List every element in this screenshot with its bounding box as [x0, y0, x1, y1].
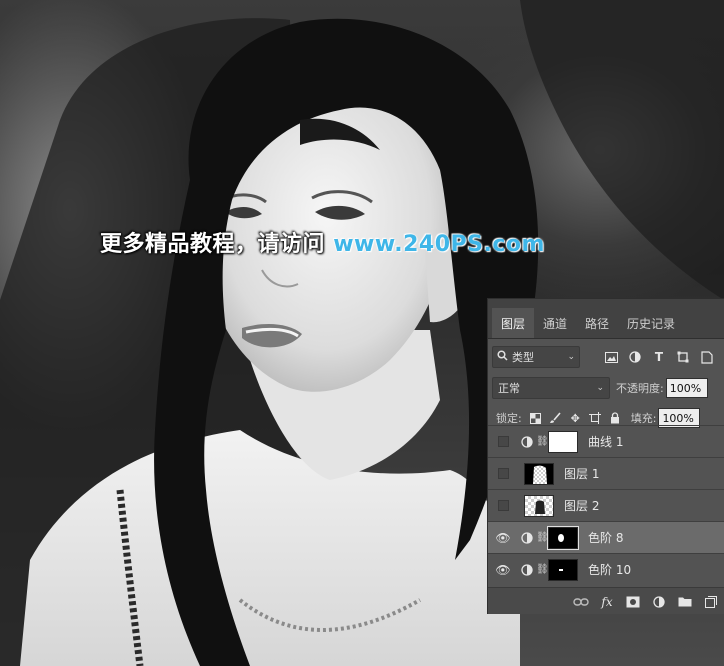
opacity-label: 不透明度: [616, 382, 664, 395]
type-filter-icon[interactable]: T [650, 348, 668, 366]
adjustment-layer-icon [518, 531, 536, 544]
tab-channels[interactable]: 通道 [534, 308, 576, 338]
layer-filter-row: 类型 ⌄ T [488, 345, 724, 369]
layer-name: 色阶 10 [588, 563, 632, 577]
new-adjustment-icon[interactable] [651, 594, 667, 610]
lock-move-icon[interactable]: ✥ [568, 411, 583, 426]
mask-link-icon[interactable]: ⛓ [536, 564, 549, 575]
lock-brush-icon[interactable] [548, 411, 563, 426]
visibility-off-box [497, 500, 509, 511]
fill-label: 填充: [630, 412, 657, 425]
layer-row[interactable]: 👁 ⛓ 色阶 10 [488, 553, 724, 585]
tab-layers[interactable]: 图层 [492, 308, 535, 338]
layers-panel: 图层 通道 路径 历史记录 类型 ⌄ T 正常 ⌄ 不透明度: 100% 锁定:… [487, 298, 724, 614]
lock-label: 锁定: [496, 412, 522, 425]
smart-object-filter-icon[interactable] [698, 348, 716, 366]
adjustment-filter-icon[interactable] [626, 348, 644, 366]
layer-name: 曲线 1 [588, 435, 624, 449]
pixel-filter-icon[interactable] [602, 348, 620, 366]
layer-name: 图层 1 [564, 467, 600, 481]
blend-row: 正常 ⌄ 不透明度: 100% [488, 376, 724, 400]
layer-kind-label: 类型 [512, 351, 534, 364]
visibility-off-box [497, 436, 509, 447]
mask-link-icon[interactable]: ⛓ [536, 436, 549, 447]
layer-list: ⛓ 曲线 1 图层 1 图层 2 👁 ⛓ 色阶 8 👁 ⛓ 色阶 10 [488, 425, 724, 585]
lock-transparent-icon[interactable] [528, 411, 543, 426]
mask-link-icon[interactable]: ⛓ [536, 532, 549, 543]
layer-mask-thumbnail[interactable] [548, 430, 578, 453]
blend-mode-value: 正常 [498, 382, 520, 395]
watermark-cn-text: 更多精品教程，请访问 [100, 232, 326, 257]
adjustment-layer-icon [518, 435, 536, 448]
layer-row[interactable]: ⛓ 曲线 1 [488, 425, 724, 457]
layer-mask-thumbnail[interactable] [548, 558, 578, 581]
chevron-down-icon: ⌄ [596, 383, 604, 393]
lock-all-icon[interactable] [608, 411, 623, 426]
watermark: 更多精品教程，请访问 www.240PS.com [100, 226, 545, 258]
layer-name: 图层 2 [564, 499, 600, 513]
eye-icon: 👁 [495, 530, 511, 545]
add-mask-icon[interactable] [625, 594, 641, 610]
tab-history[interactable]: 历史记录 [618, 308, 684, 338]
visibility-toggle[interactable] [488, 490, 518, 522]
layer-thumbnail[interactable] [524, 462, 554, 485]
visibility-toggle[interactable] [488, 426, 518, 458]
visibility-off-box [497, 468, 509, 479]
blend-mode-select[interactable]: 正常 ⌄ [492, 377, 610, 399]
lock-artboard-icon[interactable] [588, 411, 603, 426]
visibility-toggle[interactable] [488, 458, 518, 490]
tab-paths[interactable]: 路径 [576, 308, 618, 338]
chevron-down-icon: ⌄ [567, 352, 575, 362]
adjustment-layer-icon [518, 563, 536, 576]
visibility-toggle[interactable]: 👁 [488, 522, 518, 554]
layer-mask-thumbnail[interactable] [547, 525, 579, 550]
opacity-input[interactable]: 100% [665, 378, 708, 398]
search-icon [497, 350, 508, 364]
watermark-url: www.240PS.com [333, 232, 545, 257]
layer-thumbnail[interactable] [524, 494, 554, 517]
shape-filter-icon[interactable] [674, 348, 692, 366]
new-layer-icon[interactable] [703, 594, 719, 610]
lock-icons: ✥ [528, 411, 623, 426]
visibility-toggle[interactable]: 👁 [488, 554, 518, 586]
layer-kind-select[interactable]: 类型 ⌄ [492, 346, 580, 368]
filter-icons: T [602, 348, 716, 366]
link-layers-icon[interactable] [573, 594, 589, 610]
layer-row-selected[interactable]: 👁 ⛓ 色阶 8 [488, 521, 724, 553]
panel-tabs: 图层 通道 路径 历史记录 [488, 299, 724, 339]
layer-name: 色阶 8 [588, 531, 624, 545]
layers-panel-footer: fx [488, 587, 724, 614]
folder-icon[interactable] [677, 594, 693, 610]
layer-row[interactable]: 图层 1 [488, 457, 724, 489]
eye-icon: 👁 [495, 562, 511, 577]
layer-row[interactable]: 图层 2 [488, 489, 724, 521]
fx-icon[interactable]: fx [599, 594, 615, 610]
